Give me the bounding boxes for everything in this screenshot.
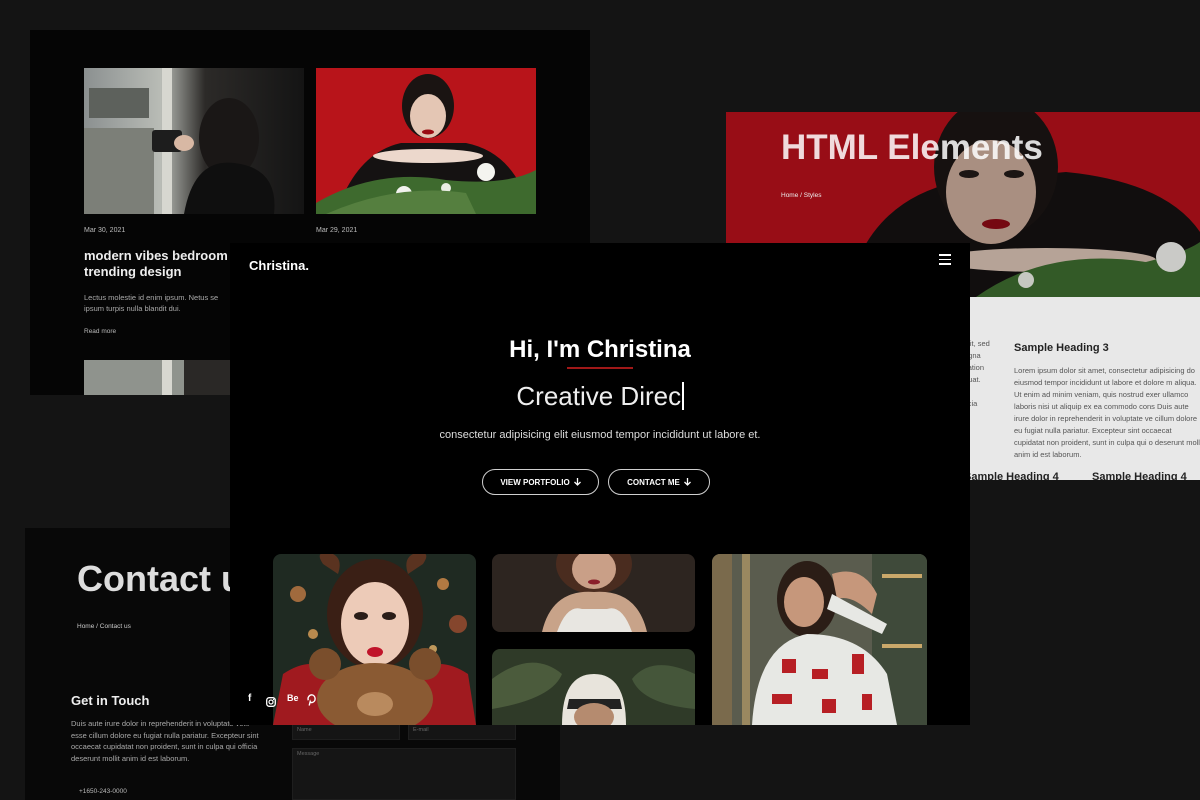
typing-text: Creative Direc bbox=[230, 381, 970, 412]
text-cursor bbox=[682, 382, 684, 410]
woman-with-teddy-bear-photo bbox=[273, 554, 476, 725]
message-textarea[interactable]: Message bbox=[292, 748, 516, 800]
woman-portrait-photo bbox=[492, 554, 695, 632]
woman-with-flowers-photo bbox=[316, 68, 536, 214]
photographer-photo bbox=[84, 360, 234, 395]
main-hero-panel: Christina. Hi, I'm Christina Creative Di… bbox=[230, 243, 970, 725]
breadcrumb[interactable]: Home / Styles bbox=[781, 192, 821, 199]
name-input[interactable]: Name bbox=[292, 724, 400, 740]
hero-title: Hi, I'm Christina bbox=[509, 336, 691, 363]
pinterest-glyph bbox=[307, 694, 316, 706]
typed-role: Creative Direc bbox=[516, 381, 682, 411]
photographer-photo bbox=[84, 68, 304, 214]
arrow-down-icon bbox=[573, 478, 581, 486]
blog-post-title-line: modern vibes bedroom bbox=[84, 248, 228, 263]
portfolio-item-3[interactable] bbox=[492, 649, 695, 725]
email-input[interactable]: E-mail bbox=[408, 724, 516, 740]
excerpt-line: Lectus molestie id enim ipsum. Netus se bbox=[84, 293, 219, 302]
view-portfolio-button[interactable]: VIEW PORTFOLIO bbox=[482, 469, 599, 495]
pinterest-icon[interactable] bbox=[307, 693, 317, 711]
contact-page-title: Contact u bbox=[77, 558, 243, 599]
blog-post-excerpt: Lectus molestie id enim ipsum. Netus se … bbox=[84, 292, 218, 314]
get-in-touch-heading: Get in Touch bbox=[71, 693, 150, 708]
site-logo[interactable]: Christina. bbox=[249, 258, 309, 273]
blog-post-title[interactable]: modern vibes bedroom trending design bbox=[84, 248, 228, 280]
portfolio-item-2[interactable] bbox=[492, 554, 695, 632]
contact-me-button[interactable]: CONTACT ME bbox=[608, 469, 710, 495]
behance-icon[interactable]: Be bbox=[287, 693, 299, 703]
blog-post-date: Mar 29, 2021 bbox=[316, 227, 358, 234]
excerpt-line: ipsum turpis nulla blandit dui. bbox=[84, 304, 181, 313]
portfolio-item-4[interactable] bbox=[712, 554, 927, 725]
woman-in-embroidered-blouse-photo bbox=[712, 554, 927, 725]
button-label: VIEW PORTFOLIO bbox=[500, 477, 570, 487]
blog-post-title-line: trending design bbox=[84, 264, 182, 279]
hamburger-menu-icon[interactable] bbox=[939, 254, 951, 265]
behance-glyph: Be bbox=[287, 693, 299, 703]
menu-line bbox=[939, 258, 951, 260]
sample-heading-4: Sample Heading 4 bbox=[1092, 471, 1187, 480]
facebook-glyph: f bbox=[248, 693, 252, 704]
woman-with-headscarf-photo bbox=[492, 649, 695, 725]
hero-subtitle: consectetur adipisicing elit eiusmod tem… bbox=[439, 429, 761, 441]
sample-paragraph: Lorem ipsum dolor sit amet, consectetur … bbox=[1014, 366, 1200, 459]
instagram-glyph bbox=[266, 697, 276, 707]
breadcrumb[interactable]: Home / Contact us bbox=[77, 623, 131, 630]
arrow-down-icon bbox=[683, 478, 691, 486]
read-more-link[interactable]: Read more bbox=[84, 328, 116, 335]
blog-post-image-2[interactable] bbox=[316, 68, 536, 214]
blog-post-image-3[interactable] bbox=[84, 360, 234, 395]
blog-post-date: Mar 30, 2021 bbox=[84, 227, 126, 234]
sample-heading-3: Sample Heading 3 bbox=[1014, 342, 1109, 354]
instagram-icon[interactable] bbox=[266, 694, 276, 712]
menu-line bbox=[939, 254, 951, 256]
title-underline bbox=[567, 367, 633, 369]
phone-number[interactable]: +1650-243-0000 bbox=[79, 788, 127, 795]
menu-line bbox=[939, 263, 951, 265]
sample-heading-4: Sample Heading 4 bbox=[964, 471, 1059, 480]
button-label: CONTACT ME bbox=[627, 477, 680, 487]
elements-page-title: HTML Elements bbox=[781, 128, 1043, 167]
portfolio-item-1[interactable] bbox=[273, 554, 476, 725]
blog-post-image-1[interactable] bbox=[84, 68, 304, 214]
facebook-icon[interactable]: f bbox=[248, 693, 251, 704]
